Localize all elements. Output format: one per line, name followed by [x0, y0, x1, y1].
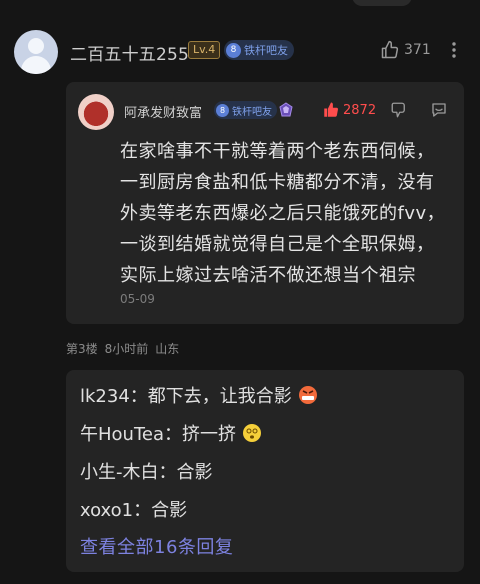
- quoted-like-count: 2872: [343, 102, 377, 118]
- reply-user[interactable]: xoxo1：: [80, 496, 151, 522]
- reply-user[interactable]: 午HouTea：: [80, 420, 182, 446]
- top-pill: [352, 0, 412, 6]
- level-badge: Lv.4: [188, 41, 221, 59]
- quoted-line: 一到厨房食盐和低卡糖都分不清，没有: [120, 172, 435, 193]
- replies-box[interactable]: lk234： 都下去，让我合影 午HouTea： 挤一挤 小生-木白： 合影 x…: [66, 370, 464, 572]
- reply-text: 合影: [151, 500, 188, 521]
- floor-number: 第3楼: [66, 342, 98, 356]
- like-button[interactable]: 371: [380, 40, 431, 60]
- quoted-member-badge: 8 铁杆吧友: [214, 101, 277, 119]
- reply-user[interactable]: 小生-木白：: [80, 458, 177, 484]
- quoted-comment-card[interactable]: 阿承发财致富 8 铁杆吧友 2872 在家啥事不干就等着两个老东西伺候， 一到厨…: [66, 82, 464, 324]
- like-count: 371: [404, 42, 431, 58]
- quoted-member-badge-label: 铁杆吧友: [232, 106, 272, 118]
- member-badge: 8 铁杆吧友: [224, 40, 294, 60]
- thumbs-up-icon: [381, 40, 399, 59]
- quoted-avatar[interactable]: [78, 94, 114, 130]
- post-location: 山东: [155, 342, 180, 356]
- quoted-username[interactable]: 阿承发财致富: [124, 102, 202, 121]
- gem-icon: [279, 102, 293, 117]
- quoted-line: 实际上嫁过去啥活不做还想当个祖宗: [120, 265, 416, 286]
- avatar-head: [28, 38, 44, 54]
- member-badge-label: 铁杆吧友: [244, 44, 288, 57]
- reply-text: 合影: [176, 462, 213, 483]
- dizzy-emoji-icon: [243, 424, 261, 442]
- reply-item[interactable]: xoxo1： 合影: [80, 496, 187, 522]
- more-icon[interactable]: [448, 40, 460, 60]
- comment-icon[interactable]: [430, 101, 448, 119]
- post-time: 8小时前: [104, 342, 149, 356]
- quoted-member-badge-level: 8: [216, 103, 229, 117]
- reply-text: 挤一挤: [182, 424, 236, 445]
- comment-meta: 第3楼 8小时前 山东: [66, 340, 179, 357]
- reply-item[interactable]: 小生-木白： 合影: [80, 458, 213, 484]
- comment-username[interactable]: 二百五十五255: [70, 40, 189, 65]
- view-all-replies-link[interactable]: 查看全部16条回复: [80, 533, 233, 559]
- reply-item[interactable]: 午HouTea： 挤一挤: [80, 420, 262, 446]
- reply-user[interactable]: lk234：: [80, 382, 148, 408]
- quoted-date: 05-09: [120, 292, 155, 306]
- quoted-line: 一谈到结婚就觉得自己是个全职保姆，: [120, 234, 435, 255]
- quoted-comment-text: 在家啥事不干就等着两个老东西伺候， 一到厨房食盐和低卡糖都分不清，没有 外卖等老…: [120, 136, 460, 291]
- avatar[interactable]: [14, 30, 58, 74]
- member-badge-level: 8: [226, 42, 241, 58]
- quoted-line: 在家啥事不干就等着两个老东西伺候，: [120, 141, 435, 162]
- quoted-like-button[interactable]: 2872: [322, 101, 376, 119]
- quoted-line: 外卖等老东西爆必之后只能饿死的fvv，: [120, 203, 446, 224]
- thumbs-up-filled-icon: [324, 102, 338, 117]
- dislike-icon[interactable]: [390, 101, 408, 119]
- avatar-body: [21, 56, 51, 74]
- reply-text: 都下去，让我合影: [147, 386, 292, 407]
- reply-item[interactable]: lk234： 都下去，让我合影: [80, 382, 318, 408]
- angry-emoji-icon: [298, 386, 317, 404]
